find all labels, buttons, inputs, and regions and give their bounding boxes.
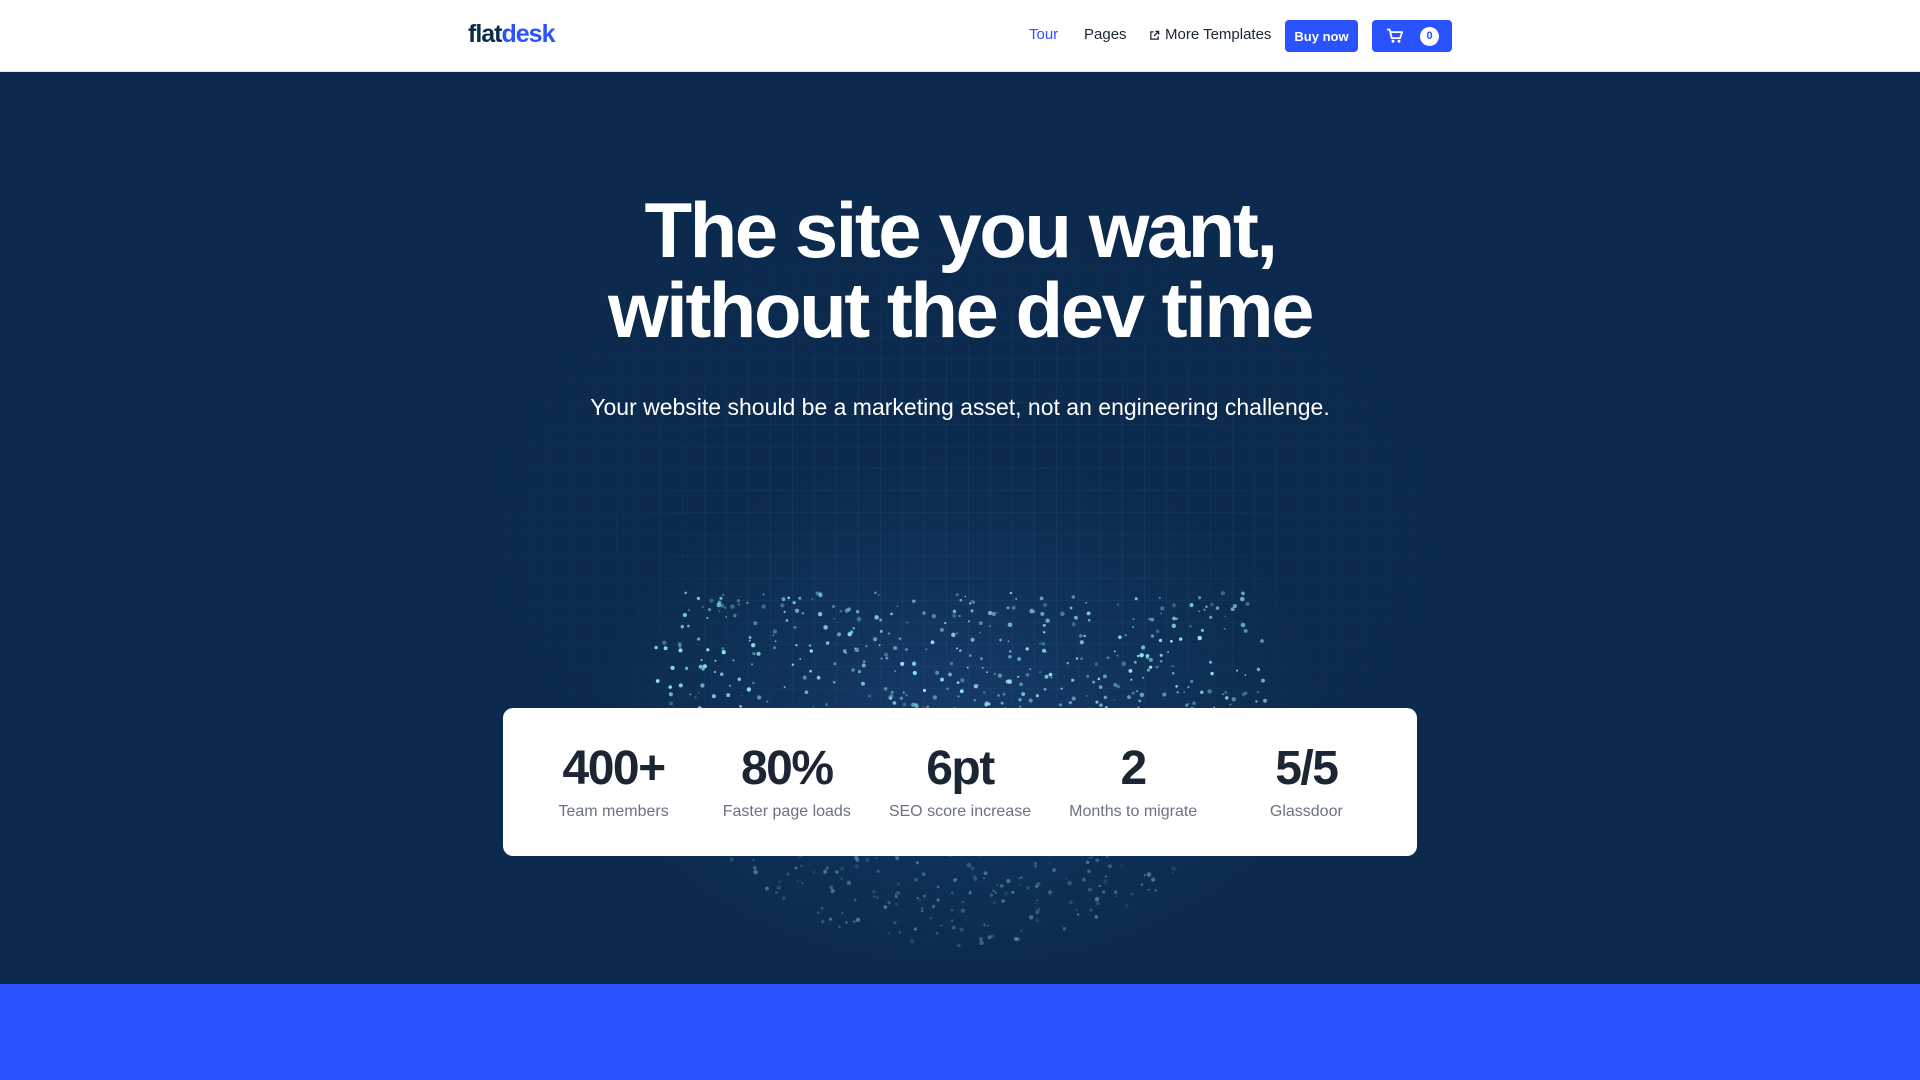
logo-part-desk: desk bbox=[501, 20, 556, 48]
stat-item: 80% Faster page loads bbox=[702, 742, 872, 822]
stat-item: 6pt SEO score increase bbox=[875, 742, 1045, 822]
cart-count-badge: 0 bbox=[1420, 26, 1439, 46]
buy-now-button[interactable]: Buy now bbox=[1285, 20, 1358, 52]
stat-value: 80% bbox=[740, 742, 834, 795]
hero-section: The site you want, without the dev time … bbox=[0, 72, 1920, 984]
hero-headline: The site you want, without the dev time bbox=[0, 190, 1920, 350]
nav-link-more-templates[interactable]: More Templates bbox=[1149, 25, 1271, 45]
next-section-band bbox=[0, 984, 1920, 1080]
headline-line-2: without the dev time bbox=[607, 266, 1315, 354]
stat-label: Months to migrate bbox=[1069, 803, 1198, 820]
cart-button[interactable]: 0 bbox=[1372, 20, 1452, 52]
headline-line-1: The site you want, bbox=[644, 186, 1278, 274]
stat-value: 400+ bbox=[562, 742, 667, 795]
cart-icon bbox=[1387, 28, 1403, 43]
external-link-icon bbox=[1150, 30, 1160, 40]
stat-item: 400+ Team members bbox=[529, 742, 699, 822]
stat-value: 6pt bbox=[926, 742, 995, 795]
stat-value: 2 bbox=[1120, 742, 1148, 795]
stat-label: SEO score increase bbox=[888, 803, 1032, 820]
more-templates-label: More Templates bbox=[1165, 26, 1272, 43]
stat-label: Team members bbox=[558, 803, 669, 820]
logo-part-flat: flat bbox=[468, 20, 502, 48]
navbar: flatdesk Tour Pages More Templates Buy n… bbox=[0, 0, 1920, 72]
stat-label: Glassdoor bbox=[1269, 803, 1343, 820]
logo[interactable]: flatdesk bbox=[468, 18, 556, 50]
stat-label: Faster page loads bbox=[722, 803, 851, 820]
nav-link-tour[interactable]: Tour bbox=[1029, 25, 1058, 45]
stats-card: 400+ Team members 80% Faster page loads … bbox=[503, 708, 1417, 856]
stat-item: 2 Months to migrate bbox=[1048, 742, 1218, 822]
hero-subheadline: Your website should be a marketing asset… bbox=[590, 394, 1330, 420]
buy-now-label: Buy now bbox=[1294, 28, 1349, 44]
stat-value: 5/5 bbox=[1275, 742, 1339, 795]
stat-item: 5/5 Glassdoor bbox=[1221, 742, 1391, 822]
nav-link-pages[interactable]: Pages bbox=[1084, 25, 1127, 45]
